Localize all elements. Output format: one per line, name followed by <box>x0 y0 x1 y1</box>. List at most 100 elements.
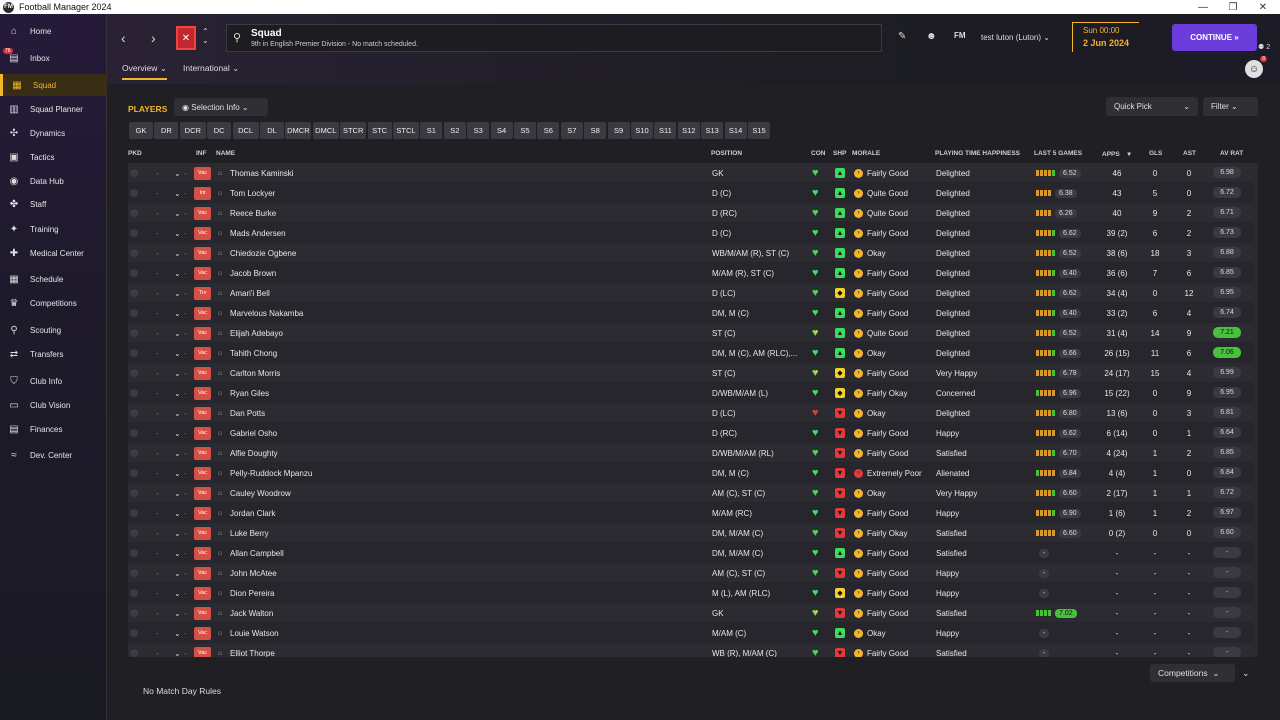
position-filter-s9[interactable]: S9 <box>607 122 630 139</box>
inf-status-badge[interactable]: Vac <box>194 366 211 380</box>
position-filter-stc[interactable]: STC <box>367 122 392 139</box>
pkd-checkbox[interactable] <box>130 529 138 537</box>
player-name[interactable]: Jacob Brown <box>230 263 276 283</box>
table-row[interactable]: - - ⌄ Vac ⌂ Allan Campbell DM, M/AM (C) ♥ ▲ › Fair… <box>128 543 1253 563</box>
row-expand-chevron-icon[interactable]: ⌄ <box>174 623 181 643</box>
player-name[interactable]: Tom Lockyer <box>230 183 275 203</box>
player-name[interactable]: Louie Watson <box>230 623 279 643</box>
close-icon[interactable]: ✕ <box>1250 0 1276 14</box>
table-row[interactable]: - - ⌄ Vac ⌂ Carlton Morris ST (C) ♥ ◆ › Fairly Goo… <box>128 363 1253 383</box>
table-row[interactable]: - - ⌄ Vac ⌂ Chiedozie Ogbene WB/M/AM (R), ST (… <box>128 243 1253 263</box>
inf-status-badge[interactable]: Vac <box>194 486 211 500</box>
col-avrat[interactable]: AV RAT <box>1220 150 1243 157</box>
edit-pencil-icon[interactable]: ✎ <box>898 31 906 42</box>
pkd-checkbox[interactable] <box>130 309 138 317</box>
col-apps[interactable]: APPS ▾ <box>1102 150 1131 158</box>
row-expand-chevron-icon[interactable]: ⌄ <box>174 203 181 223</box>
position-filter-dc[interactable]: DC <box>207 122 232 139</box>
col-position[interactable]: POSITION <box>711 150 742 157</box>
table-row[interactable]: - - ⌄ Vac ⌂ Reece Burke D (RC) ♥ ▲ › Quite Good Del… <box>128 203 1253 223</box>
position-filter-s14[interactable]: S14 <box>724 122 747 139</box>
inf-status-badge[interactable]: Vac <box>194 606 211 620</box>
row-expand-chevron-icon[interactable]: ⌄ <box>174 423 181 443</box>
inf-status-badge[interactable]: Vac <box>194 226 211 240</box>
inf-status-badge[interactable]: Vac <box>194 446 211 460</box>
row-expand-chevron-icon[interactable]: ⌄ <box>174 543 181 563</box>
table-row[interactable]: - - ⌄ Vac ⌂ Thomas Kaminski GK ♥ ▲ › Fairly Good De… <box>128 163 1253 183</box>
inf-status-badge[interactable]: Vac <box>194 646 211 657</box>
player-name[interactable]: John McAtee <box>230 563 277 583</box>
inf-status-badge[interactable]: Vac <box>194 326 211 340</box>
back-arrow-icon[interactable]: ‹ <box>121 30 126 46</box>
table-row[interactable]: - - ⌄ Int ⌂ Tom Lockyer D (C) ♥ ▲ › Quite Good Deli… <box>128 183 1253 203</box>
sidebar-item-inbox[interactable]: ▤ 76 Inbox <box>0 47 107 69</box>
inf-status-badge[interactable]: Vac <box>194 246 211 260</box>
player-name[interactable]: Amari'i Bell <box>230 283 270 303</box>
table-row[interactable]: - - ⌄ Vac ⌂ Pelly-Ruddock Mpanzu DM, M (C) ♥ ▼ › E… <box>128 463 1253 483</box>
table-row[interactable]: - - ⌄ Trv ⌂ Amari'i Bell D (LC) ♥ ◆ › Fairly Good D… <box>128 283 1253 303</box>
inf-status-badge[interactable]: Vac <box>194 426 211 440</box>
pkd-checkbox[interactable] <box>130 389 138 397</box>
table-row[interactable]: - - ⌄ Vac ⌂ Mads Andersen D (C) ♥ ▲ › Fairly Good D… <box>128 223 1253 243</box>
row-expand-chevron-icon[interactable]: ⌄ <box>174 463 181 483</box>
club-crest-icon[interactable]: ✕ <box>176 26 196 50</box>
pkd-checkbox[interactable] <box>130 329 138 337</box>
table-row[interactable]: - - ⌄ Vac ⌂ Jack Walton GK ♥ ▼ › Fairly Good Satisf… <box>128 603 1253 623</box>
pkd-checkbox[interactable] <box>130 609 138 617</box>
player-name[interactable]: Cauley Woodrow <box>230 483 291 503</box>
pkd-checkbox[interactable] <box>130 509 138 517</box>
row-expand-chevron-icon[interactable]: ⌄ <box>174 183 181 203</box>
player-name[interactable]: Luke Berry <box>230 523 269 543</box>
player-name[interactable]: Allan Campbell <box>230 543 284 563</box>
position-filter-dcl[interactable]: DCL <box>232 122 259 139</box>
row-expand-chevron-icon[interactable]: ⌄ <box>174 523 181 543</box>
player-name[interactable]: Carlton Morris <box>230 363 280 383</box>
sidebar-item-squad-planner[interactable]: ▥ Squad Planner <box>0 98 107 120</box>
col-pkd[interactable]: PKD <box>128 150 142 157</box>
people-count[interactable]: ⚉ 2 <box>1258 43 1270 51</box>
player-name[interactable]: Tahith Chong <box>230 343 277 363</box>
inf-status-badge[interactable]: Vac <box>194 526 211 540</box>
player-name[interactable]: Jack Walton <box>230 603 273 623</box>
row-expand-chevron-icon[interactable]: ⌄ <box>174 383 181 403</box>
inf-status-badge[interactable]: Vac <box>194 386 211 400</box>
player-name[interactable]: Gabriel Osho <box>230 423 277 443</box>
tab-international[interactable]: International ⌄ <box>183 63 239 74</box>
pkd-checkbox[interactable] <box>130 369 138 377</box>
sidebar-item-finances[interactable]: ▤ Finances <box>0 418 107 440</box>
sidebar-item-medical-center[interactable]: ✚ Medical Center <box>0 242 107 264</box>
player-name[interactable]: Dion Pereira <box>230 583 274 603</box>
inf-status-badge[interactable]: Vac <box>194 306 211 320</box>
crest-switch-icon[interactable]: ⌃ ⌄ <box>202 27 209 45</box>
row-expand-chevron-icon[interactable]: ⌄ <box>174 363 181 383</box>
position-filter-s12[interactable]: S12 <box>677 122 700 139</box>
col-ast[interactable]: AST <box>1183 150 1196 157</box>
position-filter-s7[interactable]: S7 <box>560 122 583 139</box>
pkd-checkbox[interactable] <box>130 649 138 657</box>
row-expand-chevron-icon[interactable]: ⌄ <box>174 303 181 323</box>
row-expand-chevron-icon[interactable]: ⌄ <box>174 603 181 623</box>
table-row[interactable]: - - ⌄ Vac ⌂ Louie Watson M/AM (C) ♥ ▲ › Okay Happy -… <box>128 623 1253 643</box>
forward-arrow-icon[interactable]: › <box>151 30 156 46</box>
sidebar-item-club-vision[interactable]: ▭ Club Vision <box>0 394 107 416</box>
inf-status-badge[interactable]: Vac <box>194 406 211 420</box>
position-filter-s6[interactable]: S6 <box>537 122 560 139</box>
pkd-checkbox[interactable] <box>130 589 138 597</box>
position-filter-s8[interactable]: S8 <box>584 122 607 139</box>
table-row[interactable]: - - ⌄ Vac ⌂ Jordan Clark M/AM (RC) ♥ ▼ › Fairly Go… <box>128 503 1253 523</box>
row-expand-chevron-icon[interactable]: ⌄ <box>174 563 181 583</box>
player-name[interactable]: Marvelous Nakamba <box>230 303 303 323</box>
player-name[interactable]: Elijah Adebayo <box>230 323 283 343</box>
competitions-dropdown[interactable]: Competitions ⌄ <box>1150 664 1235 682</box>
table-row[interactable]: - - ⌄ Vac ⌂ Jacob Brown M/AM (R), ST (C) ♥ ▲ › Fai… <box>128 263 1253 283</box>
row-expand-chevron-icon[interactable]: ⌄ <box>174 583 181 603</box>
table-row[interactable]: - - ⌄ Vac ⌂ Ryan Giles D/WB/M/AM (L) ♥ ◆ › Fairly … <box>128 383 1253 403</box>
position-filter-dmcl[interactable]: DMCL <box>312 122 339 139</box>
pkd-checkbox[interactable] <box>130 209 138 217</box>
manager-face-icon[interactable]: ☻ <box>926 31 937 42</box>
filter-button[interactable]: Filter ⌄ <box>1203 97 1258 116</box>
table-row[interactable]: - - ⌄ Vac ⌂ Luke Berry DM, M/AM (C) ♥ ▼ › Fairly O… <box>128 523 1253 543</box>
page-title-box[interactable]: ⚲ Squad 9th in English Premier Division … <box>226 24 882 52</box>
expand-chevron-icon[interactable]: ⌄ <box>1242 668 1250 679</box>
sidebar-item-dynamics[interactable]: ✣ Dynamics <box>0 122 107 144</box>
